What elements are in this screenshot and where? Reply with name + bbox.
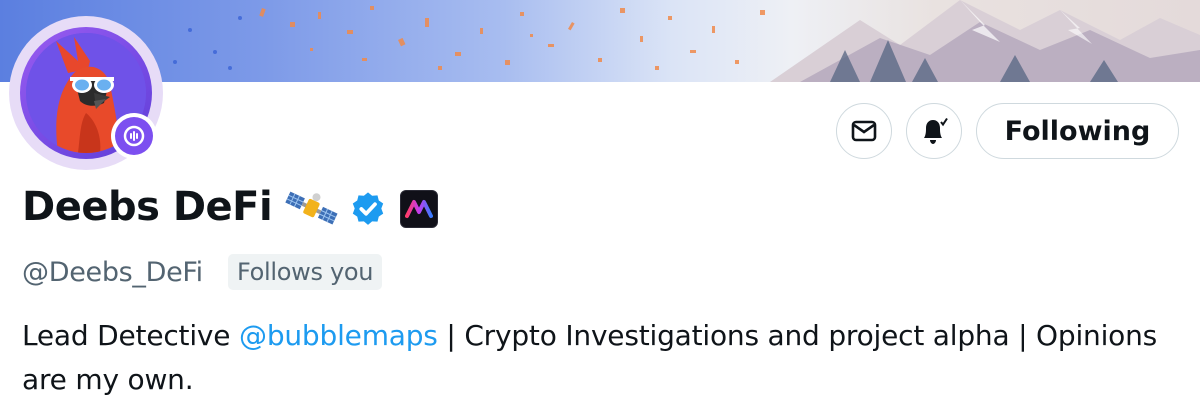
banner-artwork bbox=[173, 0, 1200, 82]
spaces-live-badge[interactable] bbox=[111, 113, 157, 159]
notifications-button[interactable] bbox=[906, 103, 962, 159]
profile-bio: Lead Detective @bubblemaps | Crypto Inve… bbox=[22, 314, 1172, 402]
affiliate-logo-icon bbox=[405, 200, 433, 218]
satellite-emoji-icon bbox=[285, 191, 338, 225]
verified-badge-icon[interactable] bbox=[349, 190, 387, 228]
spaces-mic-icon bbox=[123, 125, 145, 147]
display-name: Deebs DeFi bbox=[22, 184, 273, 230]
bio-mention-link[interactable]: @bubblemaps bbox=[239, 319, 438, 352]
profile-banner[interactable] bbox=[0, 0, 1200, 82]
affiliate-badge[interactable] bbox=[400, 190, 438, 228]
username-handle: @Deebs_DeFi bbox=[22, 257, 203, 288]
mail-icon bbox=[851, 120, 877, 142]
follows-you-badge: Follows you bbox=[228, 254, 383, 290]
bio-text-prefix: Lead Detective bbox=[22, 319, 240, 352]
message-button[interactable] bbox=[836, 103, 892, 159]
following-button[interactable]: Following bbox=[976, 103, 1179, 159]
bell-check-icon bbox=[924, 117, 948, 144]
